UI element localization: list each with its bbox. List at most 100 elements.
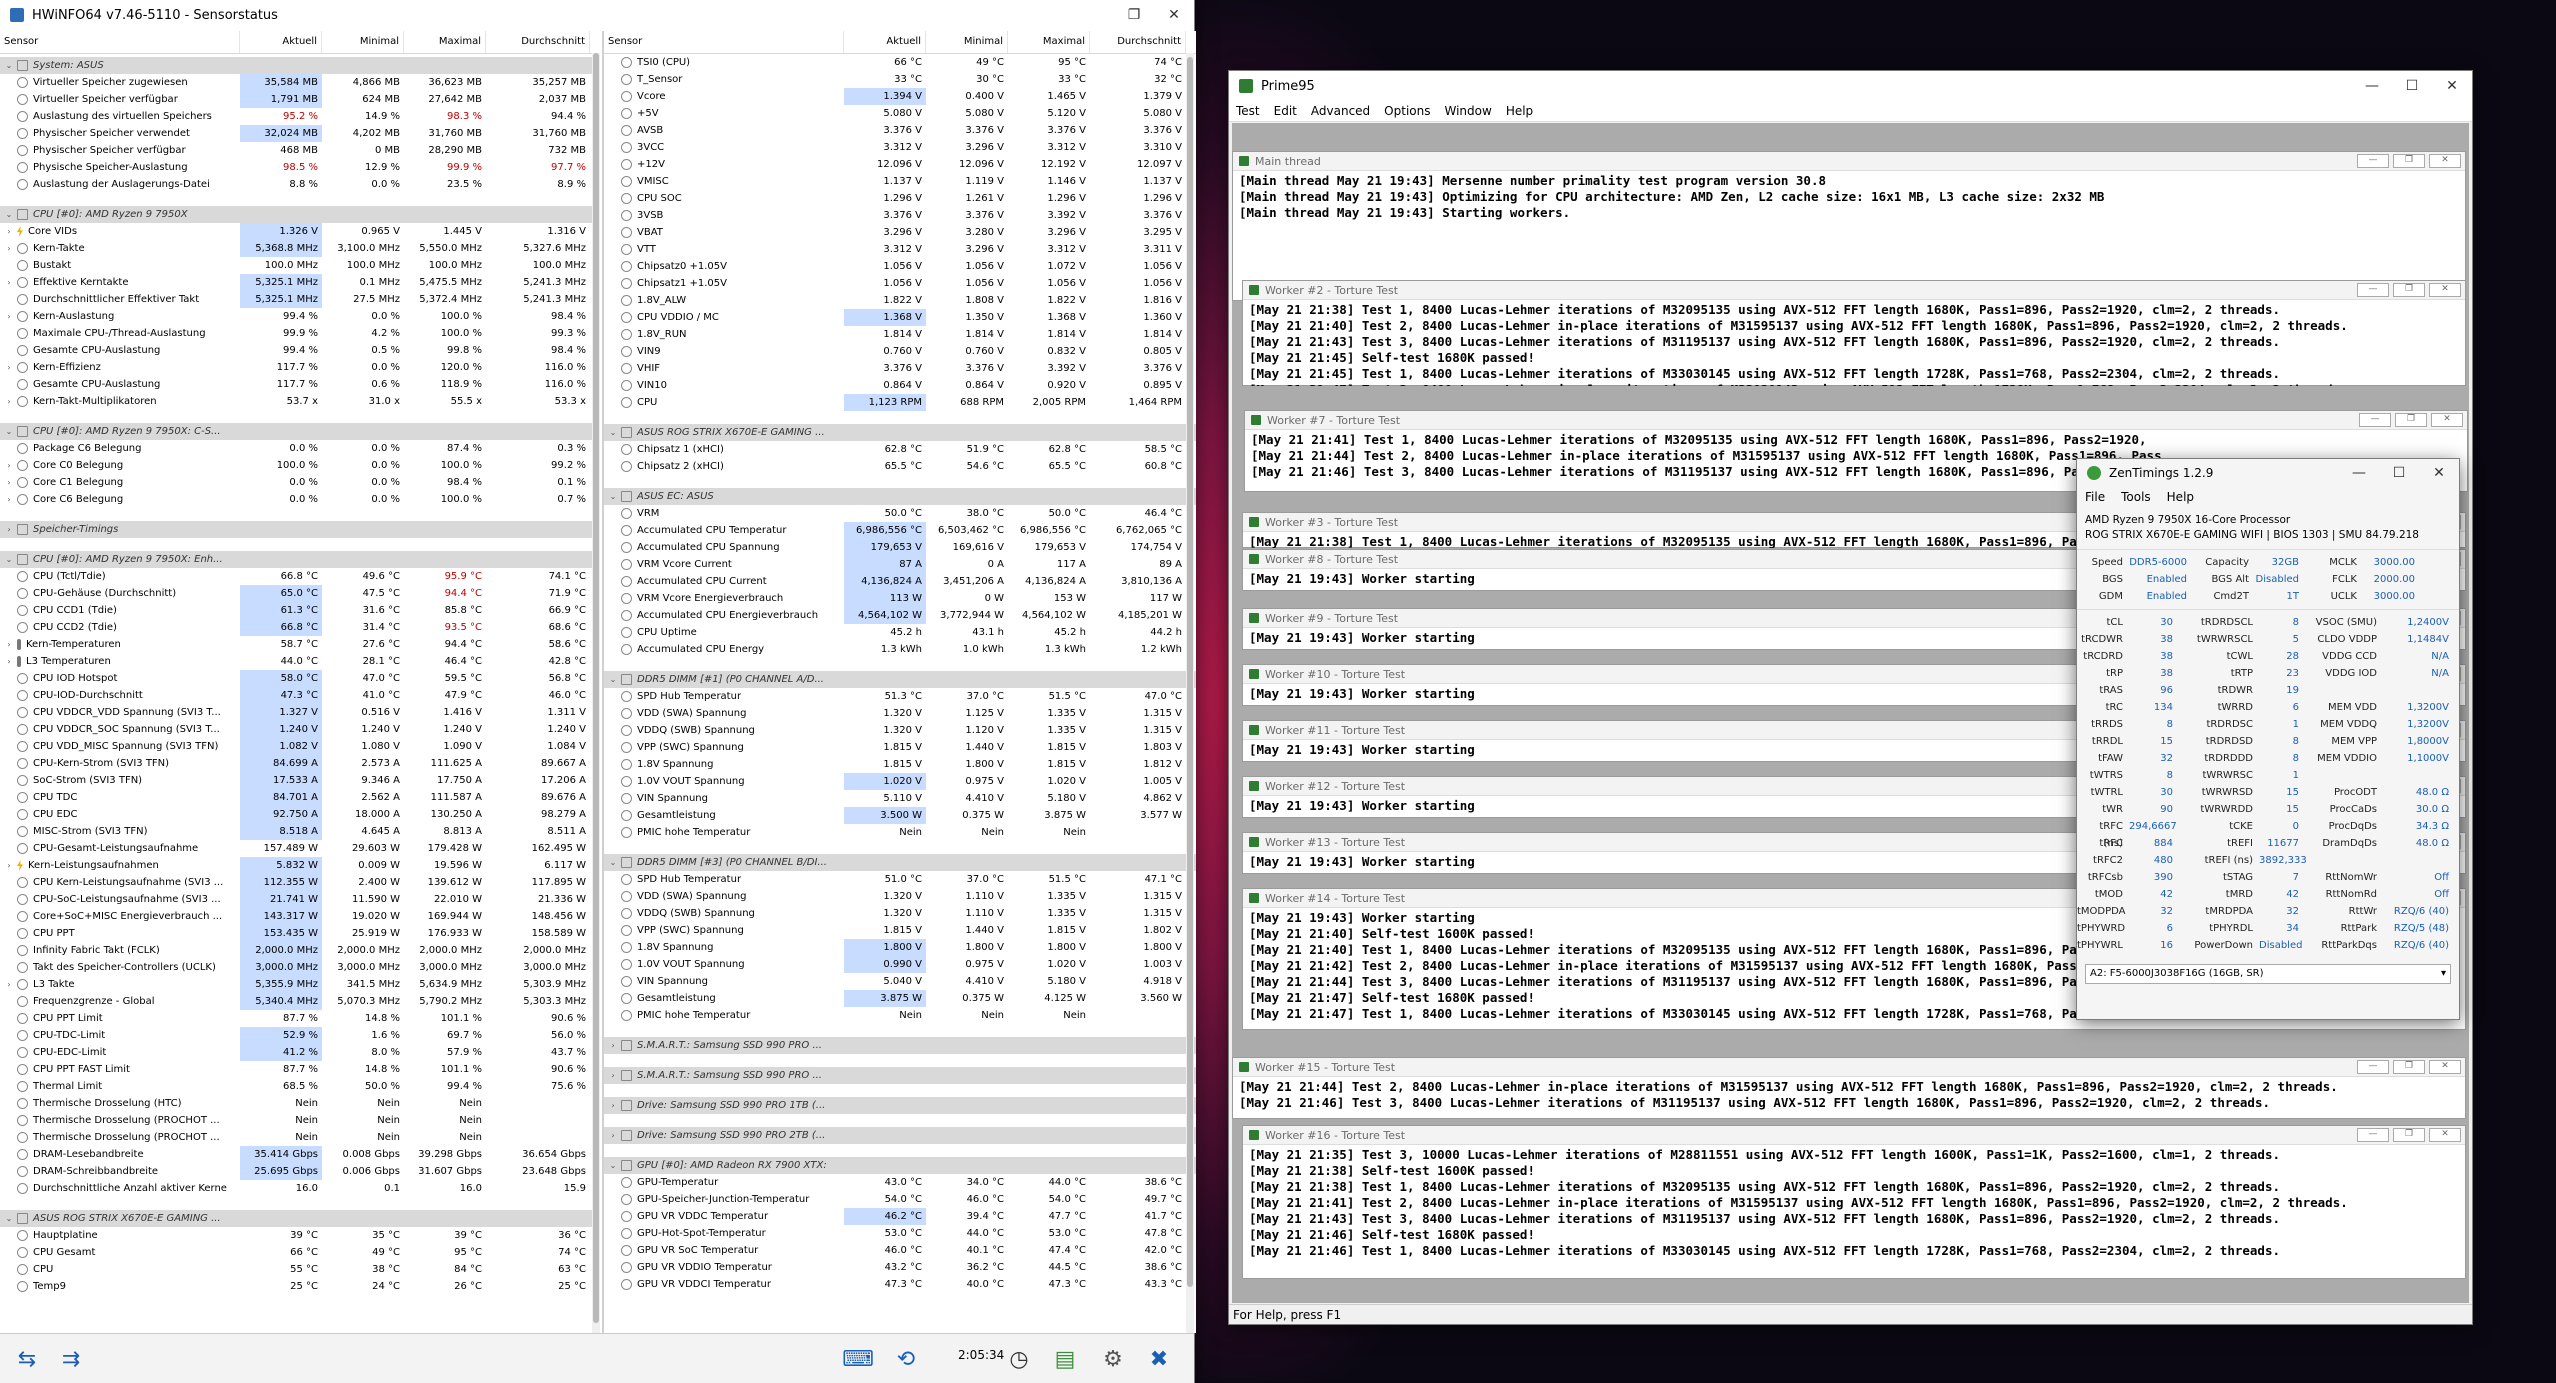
expand-icon[interactable]: ⌄ bbox=[4, 206, 14, 223]
sensor-row[interactable]: Durchschnittliche Anzahl aktiver Kerne 16… bbox=[0, 1180, 600, 1197]
restore-icon[interactable]: ❐ bbox=[2393, 1060, 2425, 1074]
expand-icon[interactable]: › bbox=[4, 491, 14, 508]
sensor-row[interactable]: › Kern-Temperaturen 58.7 °C 27.6 °C 94.4 °C 5… bbox=[0, 636, 600, 653]
minimize-icon[interactable]: — bbox=[2357, 1128, 2389, 1142]
sensor-row[interactable]: CPU-TDC-Limit 52.9 % 1.6 % 69.7 % 56.0 % bbox=[0, 1027, 600, 1044]
sensor-row[interactable]: PMIC hohe Temperatur Nein Nein Nein bbox=[604, 824, 1196, 841]
sensor-group[interactable]: ⌄ CPU [#0]: AMD Ryzen 9 7950X: C-S... bbox=[0, 423, 600, 440]
sensor-row[interactable]: VTT 3.312 V 3.296 V 3.312 V 3.311 V bbox=[604, 241, 1196, 258]
sensor-row[interactable]: VIN10 0.864 V 0.864 V 0.920 V 0.895 V bbox=[604, 377, 1196, 394]
minimize-icon[interactable]: — bbox=[2357, 1060, 2389, 1074]
sensor-row[interactable]: CPU PPT FAST Limit 87.7 % 14.8 % 101.1 % 90.… bbox=[0, 1061, 600, 1078]
expand-icon[interactable]: ⌄ bbox=[4, 423, 14, 440]
column-header[interactable]: Aktuell bbox=[844, 31, 926, 53]
sensor-row[interactable]: Chipsatz0 +1.05V 1.056 V 1.056 V 1.072 V 1.0… bbox=[604, 258, 1196, 275]
minimize-icon[interactable]: — bbox=[2359, 413, 2391, 427]
close-icon[interactable]: ✕ bbox=[2429, 1128, 2461, 1142]
close-sensors-icon[interactable]: ✖ bbox=[1142, 1342, 1176, 1376]
sensor-row[interactable]: Thermische Drosselung (HTC) Nein Nein Nein bbox=[0, 1095, 600, 1112]
menu-test[interactable]: Test bbox=[1229, 104, 1267, 118]
sensor-row[interactable]: MISC-Strom (SVI3 TFN) 8.518 A 4.645 A 8.813… bbox=[0, 823, 600, 840]
close-icon[interactable]: ✕ bbox=[2429, 1060, 2461, 1074]
sensor-row[interactable]: 1.0V VOUT Spannung 0.990 V 0.975 V 1.020 V 1… bbox=[604, 956, 1196, 973]
sensor-row[interactable]: Accumulated CPU Energy 1.3 kWh 1.0 kWh 1.3 … bbox=[604, 641, 1196, 658]
sensor-row[interactable]: CPU VDDCR_VDD Spannung (SVI3 T... 1.327 V… bbox=[0, 704, 600, 721]
sensor-row[interactable]: Thermal Limit 68.5 % 50.0 % 99.4 % 75.6 % bbox=[0, 1078, 600, 1095]
sensor-group[interactable]: ⌄ DDR5 DIMM [#1] (P0 CHANNEL A/D... bbox=[604, 671, 1196, 688]
expand-icon[interactable]: › bbox=[608, 1037, 618, 1054]
menu-window[interactable]: Window bbox=[1437, 104, 1498, 118]
sensor-row[interactable]: SPD Hub Temperatur 51.3 °C 37.0 °C 51.5 °C 4… bbox=[604, 688, 1196, 705]
sensor-row[interactable]: PMIC hohe Temperatur Nein Nein Nein bbox=[604, 1007, 1196, 1024]
sensor-row[interactable]: Physischer Speicher verwendet 32,024 MB 4,… bbox=[0, 125, 600, 142]
sensor-row[interactable]: Accumulated CPU Energieverbrauch 4,564,10… bbox=[604, 607, 1196, 624]
sensor-row[interactable]: T_Sensor 33 °C 30 °C 33 °C 32 °C bbox=[604, 71, 1196, 88]
restore-icon[interactable]: ❐ bbox=[2393, 283, 2425, 297]
sensor-row[interactable]: Accumulated CPU Current 4,136,824 A 3,451,… bbox=[604, 573, 1196, 590]
sensor-row[interactable]: TSI0 (CPU) 66 °C 49 °C 95 °C 74 °C bbox=[604, 54, 1196, 71]
sensor-row[interactable]: 1.0V VOUT Spannung 1.020 V 0.975 V 1.020 V 1… bbox=[604, 773, 1196, 790]
sensor-row[interactable]: GPU-Temperatur 43.0 °C 34.0 °C 44.0 °C 38.6 … bbox=[604, 1174, 1196, 1191]
sensor-row[interactable]: Accumulated CPU Temperatur 6,986,556 °C 6,… bbox=[604, 522, 1196, 539]
sensor-row[interactable]: Takt des Speicher-Controllers (UCLK) 3,00… bbox=[0, 959, 600, 976]
sensor-row[interactable]: CPU IOD Hotspot 58.0 °C 47.0 °C 59.5 °C 56.8… bbox=[0, 670, 600, 687]
minimize-icon[interactable]: — bbox=[2357, 283, 2389, 297]
menu-help[interactable]: Help bbox=[2159, 490, 2202, 504]
sensor-row[interactable]: VPP (SWC) Spannung 1.815 V 1.440 V 1.815 V 1… bbox=[604, 739, 1196, 756]
main-thread-window[interactable]: Main thread — ❐ ✕ [Main thread May 21 19:43]… bbox=[1232, 151, 2466, 301]
worker-titlebar[interactable]: Worker #2 - Torture Test — ❐ ✕ bbox=[1243, 281, 2465, 300]
sensor-group[interactable]: › S.M.A.R.T.: Samsung SSD 990 PRO ... bbox=[604, 1037, 1196, 1054]
sensor-row[interactable]: Physische Speicher-Auslastung 98.5 % 12.9 … bbox=[0, 159, 600, 176]
sensor-group[interactable]: ⌄ CPU [#0]: AMD Ryzen 9 7950X bbox=[0, 206, 600, 223]
sensor-row[interactable]: VMISC 1.137 V 1.119 V 1.146 V 1.137 V bbox=[604, 173, 1196, 190]
sensor-row[interactable]: CPU VDDIO / MC 1.368 V 1.350 V 1.368 V 1.360… bbox=[604, 309, 1196, 326]
expand-icon[interactable]: ⌄ bbox=[4, 551, 14, 568]
worker-titlebar[interactable]: Worker #15 - Torture Test — ❐ ✕ bbox=[1233, 1058, 2465, 1077]
sensor-row[interactable]: 1.8V_RUN 1.814 V 1.814 V 1.814 V 1.814 V bbox=[604, 326, 1196, 343]
sensor-row[interactable]: VDD (SWA) Spannung 1.320 V 1.110 V 1.335 V 1… bbox=[604, 888, 1196, 905]
menu-help[interactable]: Help bbox=[1499, 104, 1540, 118]
sensor-row[interactable]: › Core C6 Belegung 0.0 % 0.0 % 100.0 % 0.7 % bbox=[0, 491, 600, 508]
sensor-row[interactable]: CPU-SoC-Leistungsaufnahme (SVI3 ... 21.74… bbox=[0, 891, 600, 908]
network-icon[interactable]: ⌨ bbox=[838, 1342, 878, 1376]
sensor-row[interactable]: GPU VR SoC Temperatur 46.0 °C 40.1 °C 47.4 … bbox=[604, 1242, 1196, 1259]
minimize-icon[interactable]: — bbox=[2357, 154, 2389, 168]
sensor-row[interactable]: Gesamtleistung 3.875 W 0.375 W 4.125 W 3.560… bbox=[604, 990, 1196, 1007]
close-icon[interactable]: ✕ bbox=[2419, 465, 2459, 481]
sensor-group[interactable]: ⌄ GPU [#0]: AMD Radeon RX 7900 XTX: bbox=[604, 1157, 1196, 1174]
sensor-row[interactable]: Gesamte CPU-Auslastung 99.4 % 0.5 % 99.8 % 9… bbox=[0, 342, 600, 359]
sensor-row[interactable]: DRAM-Lesebandbreite 35.414 Gbps 0.008 Gbps… bbox=[0, 1146, 600, 1163]
sensor-row[interactable]: Frequenzgrenze - Global 5,340.4 MHz 5,070.… bbox=[0, 993, 600, 1010]
sensor-row[interactable]: GPU-Speicher-Junction-Temperatur 54.0 °C 4… bbox=[604, 1191, 1196, 1208]
sensor-row[interactable]: CPU VDDCR_SOC Spannung (SVI3 T... 1.240 V… bbox=[0, 721, 600, 738]
expand-icon[interactable]: › bbox=[4, 223, 14, 240]
expand-icon[interactable]: › bbox=[4, 274, 14, 291]
close-icon[interactable]: ✕ bbox=[2429, 283, 2461, 297]
sensor-group[interactable]: › Speicher-Timings bbox=[0, 521, 600, 538]
sensor-row[interactable]: › Kern-Effizienz 117.7 % 0.0 % 120.0 % 116.0 … bbox=[0, 359, 600, 376]
sensor-row[interactable]: Maximale CPU-/Thread-Auslastung 99.9 % 4.2… bbox=[0, 325, 600, 342]
worker-titlebar[interactable]: Main thread — ❐ ✕ bbox=[1233, 152, 2465, 171]
sensor-row[interactable]: CPU-Gehäuse (Durchschnitt) 65.0 °C 47.5 °C… bbox=[0, 585, 600, 602]
settings-icon[interactable]: ⚙ bbox=[1096, 1342, 1130, 1376]
expand-icon[interactable]: › bbox=[4, 457, 14, 474]
sensor-group[interactable]: ⌄ ASUS ROG STRIX X670E-E GAMING ... bbox=[0, 1210, 600, 1227]
expand-icon[interactable]: › bbox=[4, 976, 14, 993]
sensor-row[interactable]: Thermische Drosselung (PROCHOT ... Nein Ne… bbox=[0, 1112, 600, 1129]
sensor-group[interactable]: › Drive: Samsung SSD 990 PRO 2TB (... bbox=[604, 1127, 1196, 1144]
sensor-group[interactable]: › S.M.A.R.T.: Samsung SSD 990 PRO ... bbox=[604, 1067, 1196, 1084]
sensor-row[interactable]: Physischer Speicher verfügbar 468 MB 0 MB 2… bbox=[0, 142, 600, 159]
sensor-group[interactable]: ⌄ ASUS EC: ASUS bbox=[604, 488, 1196, 505]
sensor-row[interactable]: Virtueller Speicher zugewiesen 35,584 MB 4… bbox=[0, 74, 600, 91]
sensor-row[interactable]: Vcore 1.394 V 0.400 V 1.465 V 1.379 V bbox=[604, 88, 1196, 105]
sensor-row[interactable]: Infinity Fabric Takt (FCLK) 2,000.0 MHz 2,… bbox=[0, 942, 600, 959]
sensor-row[interactable]: DRAM-Schreibbandbreite 25.695 Gbps 0.006 G… bbox=[0, 1163, 600, 1180]
sensor-row[interactable]: GPU VR VDDCI Temperatur 47.3 °C 40.0 °C 47.… bbox=[604, 1276, 1196, 1293]
column-header[interactable]: Durchschnitt bbox=[1090, 31, 1186, 53]
sensor-row[interactable]: CPU-Gesamt-Leistungsaufnahme 157.489 W 29.… bbox=[0, 840, 600, 857]
restore-icon[interactable]: ❐ bbox=[2393, 154, 2425, 168]
expand-icon[interactable]: › bbox=[4, 521, 14, 538]
expand-icon[interactable]: › bbox=[608, 1067, 618, 1084]
menu-tools[interactable]: Tools bbox=[2113, 490, 2159, 504]
sensor-row[interactable]: › Core VIDs 1.326 V 0.965 V 1.445 V 1.316 V bbox=[0, 223, 600, 240]
